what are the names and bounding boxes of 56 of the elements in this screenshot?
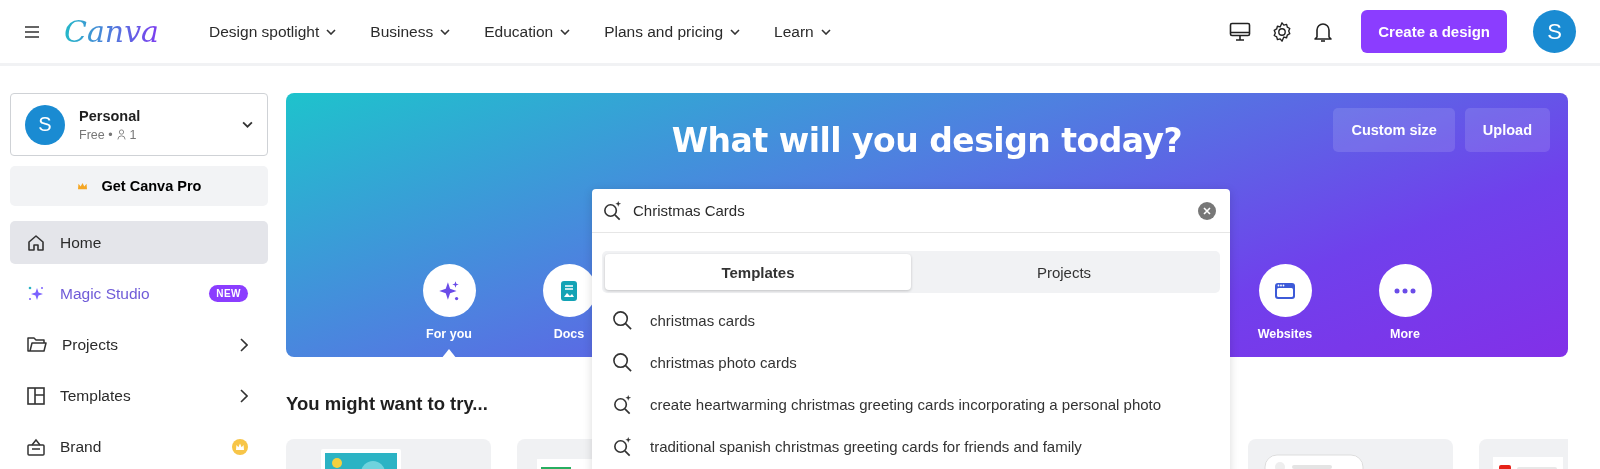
sidebar-item[interactable]: Home: [10, 221, 268, 264]
nav-menu[interactable]: Business: [356, 16, 465, 47]
menu-icon[interactable]: [24, 24, 40, 39]
person-icon: [116, 129, 126, 140]
clear-icon[interactable]: [1198, 201, 1216, 220]
caret-icon: [242, 121, 253, 128]
get-pro-button[interactable]: Get Canva Pro: [10, 166, 268, 206]
account-name: Personal: [79, 107, 141, 124]
search-suggestion[interactable]: create heartwarming christmas greeting cards incorporating a personal photo: [592, 383, 1230, 425]
layout-icon: [26, 385, 46, 406]
folder-icon: [26, 334, 48, 355]
member-count: 1: [129, 127, 137, 142]
crown-badge-icon: [232, 438, 248, 455]
section-heading: You might want to try...: [286, 393, 488, 415]
home-icon: [26, 232, 46, 253]
chevron-right-icon: [240, 337, 248, 352]
search-icon: [612, 309, 633, 331]
plan-label: Free •: [79, 127, 113, 142]
account-switcher[interactable]: S Personal Free • 1: [10, 93, 268, 156]
monitor-icon[interactable]: [1229, 21, 1252, 42]
caret-icon: [730, 28, 741, 35]
banner-button[interactable]: Upload: [1464, 108, 1550, 152]
sidebar-item[interactable]: Templates: [10, 374, 268, 417]
notification-icon[interactable]: [1313, 20, 1334, 43]
new-badge: NEW: [209, 285, 248, 302]
search-icon: [612, 351, 633, 373]
sidebar-item[interactable]: Projects: [10, 323, 268, 366]
briefcase-icon: [26, 436, 46, 457]
chevron-right-icon: [240, 388, 248, 403]
magic-search-icon: [602, 200, 623, 221]
more-icon: [1393, 286, 1417, 295]
sidebar-item[interactable]: Brand: [10, 425, 268, 468]
search-suggestion[interactable]: traditional spanish christmas greeting cards for friends and family: [592, 425, 1230, 467]
create-design-button[interactable]: Create a design: [1361, 10, 1507, 53]
caret-icon: [326, 28, 337, 35]
category-button[interactable]: Websites: [1245, 264, 1325, 357]
nav-menu[interactable]: Plans and pricing: [590, 16, 755, 47]
category-button[interactable]: For you: [409, 264, 489, 357]
caret-icon: [440, 28, 451, 35]
banner-button[interactable]: Custom size: [1333, 108, 1455, 152]
search-field[interactable]: Christmas Cards: [633, 202, 1188, 219]
nav-menu[interactable]: Learn: [760, 16, 845, 47]
account-avatar: S: [25, 104, 65, 145]
search-tab[interactable]: Templates: [605, 254, 911, 290]
user-avatar[interactable]: S: [1533, 10, 1576, 53]
category-button[interactable]: More: [1365, 264, 1445, 357]
nav-menu[interactable]: Design spotlight: [195, 16, 351, 47]
crown-icon: [76, 181, 88, 191]
magic-search-icon: [612, 393, 633, 415]
search-tab[interactable]: Projects: [911, 254, 1217, 290]
caret-icon: [820, 28, 831, 35]
nav-menu[interactable]: Education: [470, 16, 585, 47]
magic-search-icon: [612, 435, 633, 457]
sidebar-item[interactable]: Magic Studio NEW: [10, 272, 268, 315]
caret-icon: [560, 28, 571, 35]
hero-title: What will you design today?: [671, 120, 1183, 160]
